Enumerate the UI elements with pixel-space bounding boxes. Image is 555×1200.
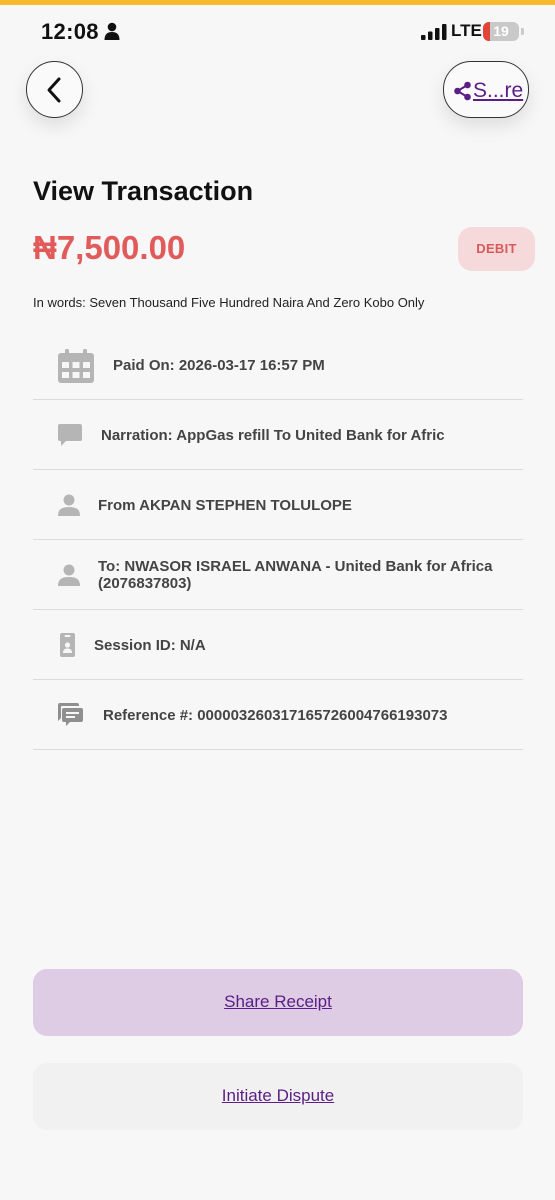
signal-strength-icon <box>421 24 447 40</box>
id-badge-icon <box>60 633 75 657</box>
detail-text: Paid On: 2026-03-17 16:57 PM <box>113 357 325 374</box>
chevron-left-icon <box>47 77 61 103</box>
network-type: LTE <box>451 21 482 40</box>
share-icon <box>454 81 471 101</box>
share-button[interactable]: S...re <box>443 61 529 118</box>
battery-icon: 19 <box>483 22 519 41</box>
calendar-icon <box>58 349 94 383</box>
person-icon <box>104 22 120 40</box>
detail-text: Narration: AppGas refill To United Bank … <box>101 427 445 444</box>
share-receipt-button[interactable]: Share Receipt <box>33 969 523 1036</box>
detail-text: From AKPAN STEPHEN TOLULOPE <box>98 497 352 514</box>
person-icon <box>58 494 80 516</box>
detail-row-narration: Narration: AppGas refill To United Bank … <box>33 400 523 470</box>
detail-text: Reference #: 000003260317165726004766193… <box>103 707 448 724</box>
comment-icon <box>58 424 82 446</box>
status-bar: 12:08 LTE 19 <box>0 5 555 53</box>
status-time: 12:08 <box>41 19 99 44</box>
transaction-type-badge: DEBIT <box>458 227 535 271</box>
detail-text: Session ID: N/A <box>94 637 206 654</box>
battery-tip <box>521 28 524 35</box>
battery-level: 19 <box>493 23 509 39</box>
initiate-dispute-label: Initiate Dispute <box>221 1086 335 1105</box>
person-icon <box>58 564 80 586</box>
back-button[interactable] <box>26 61 83 118</box>
transaction-amount: ₦7,500.00 <box>33 229 186 266</box>
reference-chat-icon <box>58 703 83 726</box>
amount-in-words: In words: Seven Thousand Five Hundred Na… <box>33 295 425 310</box>
detail-row-reference: Reference #: 000003260317165726004766193… <box>33 680 523 750</box>
page-title: View Transaction <box>33 176 254 206</box>
share-button-label: S...re <box>473 79 524 102</box>
detail-text: To: NWASOR ISRAEL ANWANA - United Bank f… <box>98 558 493 592</box>
detail-row-session-id: Session ID: N/A <box>33 610 523 680</box>
detail-row-from: From AKPAN STEPHEN TOLULOPE <box>33 470 523 540</box>
share-receipt-label: Share Receipt <box>224 992 332 1011</box>
detail-row-to: To: NWASOR ISRAEL ANWANA - United Bank f… <box>33 540 523 610</box>
initiate-dispute-button[interactable]: Initiate Dispute <box>33 1063 523 1130</box>
detail-row-paid-on: Paid On: 2026-03-17 16:57 PM <box>33 330 523 400</box>
